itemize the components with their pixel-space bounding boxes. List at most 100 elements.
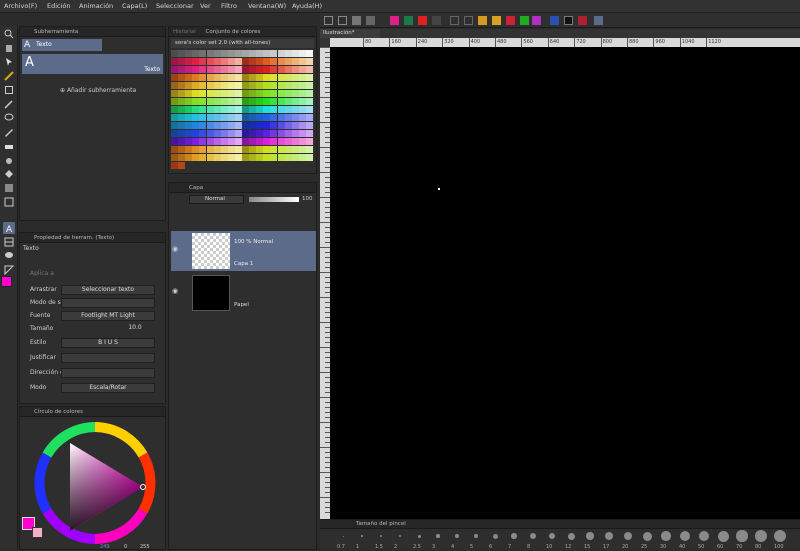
- color-swatch[interactable]: [206, 146, 214, 153]
- brush-size-list[interactable]: 0.7 1 1.5 2 2.5 3 4 5 6 7 8 10 12 15 17 20 25 30 40 50 60 70 8…: [334, 530, 800, 551]
- property-value[interactable]: [61, 353, 155, 363]
- canvas-tab[interactable]: Ilustración*: [320, 29, 380, 38]
- add-subtool-button[interactable]: ⊕ Añadir subherramienta: [60, 87, 136, 94]
- color-swatch[interactable]: [277, 58, 285, 65]
- color-swatch[interactable]: [227, 98, 235, 105]
- color-swatch[interactable]: [256, 106, 264, 113]
- color-swatch[interactable]: [249, 82, 257, 89]
- blend-mode-select[interactable]: Normal: [189, 195, 244, 204]
- color-swatch[interactable]: [199, 82, 207, 89]
- color-swatch[interactable]: [249, 122, 257, 129]
- color-swatch[interactable]: [185, 98, 193, 105]
- fill-icon[interactable]: [492, 16, 501, 25]
- color-swatch[interactable]: [234, 122, 242, 129]
- color-swatch[interactable]: [256, 146, 264, 153]
- color-swatch[interactable]: [298, 138, 306, 145]
- color-swatch[interactable]: [227, 138, 235, 145]
- property-value[interactable]: Seleccionar texto: [61, 285, 155, 295]
- brush-size-option[interactable]: 40: [676, 530, 694, 551]
- color-swatch[interactable]: [206, 58, 214, 65]
- color-swatch[interactable]: [291, 50, 299, 57]
- color-swatch[interactable]: [171, 130, 178, 137]
- brush-size-option[interactable]: 2: [391, 530, 409, 551]
- color-swatch[interactable]: [256, 114, 264, 121]
- color-swatch[interactable]: [263, 74, 271, 81]
- brush-size-option[interactable]: 2.5: [410, 530, 428, 551]
- color-swatch[interactable]: [178, 162, 186, 169]
- brush-size-option[interactable]: 8: [524, 530, 542, 551]
- color-swatch[interactable]: [178, 66, 186, 73]
- color-swatch[interactable]: [277, 50, 285, 57]
- color-swatch[interactable]: [178, 58, 186, 65]
- color-swatch[interactable]: [192, 146, 200, 153]
- new-file-icon[interactable]: [324, 16, 333, 25]
- ruler-icon[interactable]: [3, 264, 15, 276]
- color-swatch[interactable]: [220, 114, 228, 121]
- color-swatch[interactable]: [242, 50, 249, 57]
- operation-icon[interactable]: [3, 56, 15, 68]
- selection-icon[interactable]: [3, 84, 15, 96]
- undo-icon[interactable]: [432, 16, 441, 25]
- visibility-eye-icon[interactable]: ◉: [172, 245, 178, 253]
- color-swatch[interactable]: [199, 138, 207, 145]
- color-swatch[interactable]: [256, 66, 264, 73]
- color-swatch[interactable]: [277, 154, 285, 161]
- color-swatch[interactable]: [185, 130, 193, 137]
- color-swatch[interactable]: [206, 66, 214, 73]
- color-swatch[interactable]: [291, 114, 299, 121]
- color-swatch[interactable]: [220, 82, 228, 89]
- color-swatch[interactable]: [220, 154, 228, 161]
- color-swatch[interactable]: [206, 82, 214, 89]
- pen-icon[interactable]: [3, 126, 15, 138]
- color-swatch[interactable]: [249, 90, 257, 97]
- gradient-tool-icon[interactable]: [3, 182, 15, 194]
- color-swatch[interactable]: [242, 146, 249, 153]
- color-swatch[interactable]: [178, 82, 186, 89]
- color-swatch[interactable]: [220, 106, 228, 113]
- color-swatch[interactable]: [178, 90, 186, 97]
- color-swatch[interactable]: [270, 98, 278, 105]
- menu-ayuda[interactable]: Ayuda(H): [292, 2, 322, 10]
- color-swatch[interactable]: [227, 58, 235, 65]
- color-swatch[interactable]: [192, 82, 200, 89]
- color-icon-red[interactable]: [418, 16, 427, 25]
- color-swatch[interactable]: [192, 122, 200, 129]
- menu-seleccionar[interactable]: Seleccionar: [156, 2, 194, 10]
- color-swatch[interactable]: [192, 114, 200, 121]
- color-swatch[interactable]: [199, 74, 207, 81]
- color-swatch[interactable]: [234, 146, 242, 153]
- gradient-icon[interactable]: [478, 16, 487, 25]
- color-swatch[interactable]: [206, 138, 214, 145]
- color-swatch[interactable]: [249, 66, 257, 73]
- color-swatch[interactable]: [284, 106, 292, 113]
- color-swatch[interactable]: [199, 50, 207, 57]
- visibility-eye-icon[interactable]: ◉: [172, 287, 178, 295]
- color-swatch[interactable]: [171, 154, 178, 161]
- color-swatch[interactable]: [263, 82, 271, 89]
- color-swatch[interactable]: [192, 138, 200, 145]
- color-swatch[interactable]: [213, 154, 221, 161]
- brush-size-option[interactable]: 25: [638, 530, 656, 551]
- color-swatch[interactable]: [263, 146, 271, 153]
- color-swatch[interactable]: [277, 66, 285, 73]
- brush-size-option[interactable]: 1: [353, 530, 371, 551]
- color-swatch[interactable]: [234, 90, 242, 97]
- expand-icon[interactable]: [532, 16, 541, 25]
- color-swatch[interactable]: [199, 106, 207, 113]
- brush-size-option[interactable]: 7: [505, 530, 523, 551]
- menu-animacion[interactable]: Animación: [79, 2, 113, 10]
- color-swatch[interactable]: [263, 58, 271, 65]
- menu-archivo[interactable]: Archivo(F): [4, 2, 37, 10]
- black-color-icon[interactable]: [564, 16, 573, 25]
- color-swatch[interactable]: [249, 106, 257, 113]
- brush-size-option[interactable]: 100: [771, 530, 789, 551]
- color-swatch[interactable]: [178, 74, 186, 81]
- color-swatch[interactable]: [242, 58, 249, 65]
- color-swatch[interactable]: [291, 98, 299, 105]
- property-value[interactable]: B I U S: [61, 338, 155, 348]
- color-swatch[interactable]: [263, 98, 271, 105]
- frame-icon[interactable]: [3, 236, 15, 248]
- menu-ventana[interactable]: Ventana(W): [248, 2, 286, 10]
- color-swatch[interactable]: [242, 98, 249, 105]
- color-swatch[interactable]: [171, 50, 178, 57]
